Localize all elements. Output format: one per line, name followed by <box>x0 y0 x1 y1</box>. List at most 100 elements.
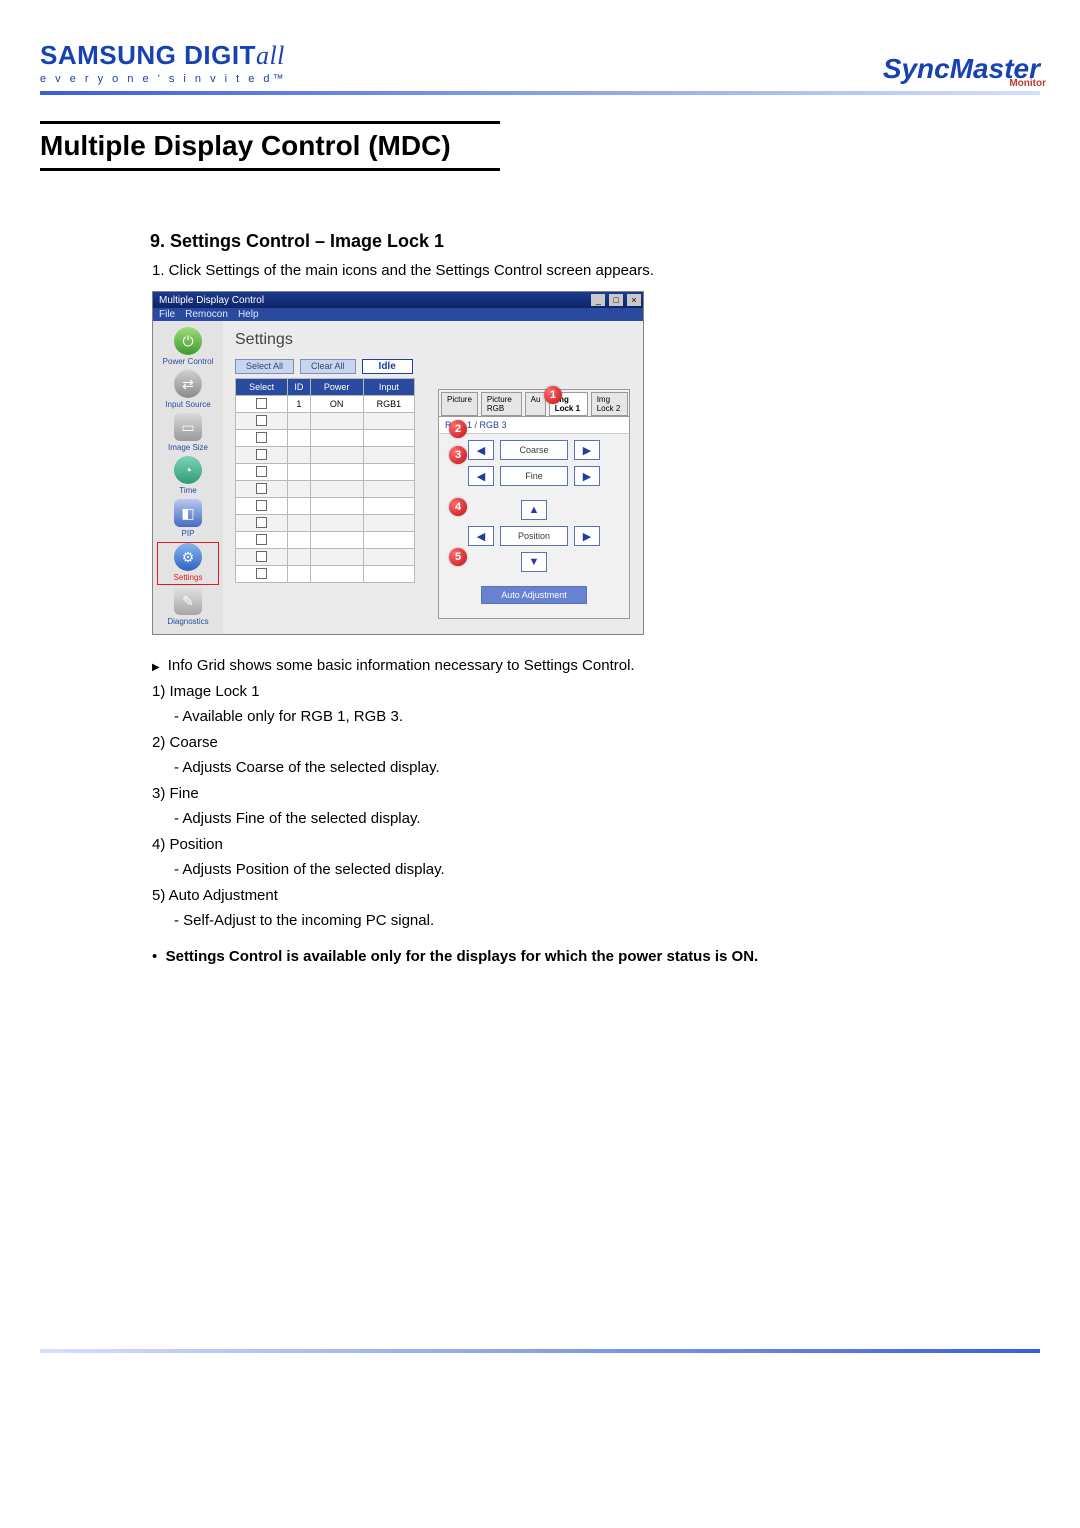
brand-left: SAMSUNG DIGITall e v e r y o n e ' s i n… <box>40 40 287 85</box>
col-id: ID <box>288 379 310 396</box>
position-down-button[interactable]: ▼ <box>521 552 547 572</box>
coarse-right-button[interactable]: ▶ <box>574 440 600 460</box>
page-title: Multiple Display Control (MDC) <box>40 130 500 162</box>
row-checkbox[interactable] <box>256 432 267 443</box>
table-row[interactable] <box>236 464 415 481</box>
page-header: SAMSUNG DIGITall e v e r y o n e ' s i n… <box>40 40 1040 85</box>
subtab-rgb: RGB 1 / RGB 3 <box>439 417 629 434</box>
power-icon: ⏻ <box>174 327 202 355</box>
pip-icon: ◧ <box>174 499 202 527</box>
position-up-button[interactable]: ▲ <box>521 500 547 520</box>
menu-help[interactable]: Help <box>238 309 259 320</box>
title-band: Multiple Display Control (MDC) <box>40 121 500 171</box>
table-row[interactable]: 1 ON RGB1 <box>236 396 415 413</box>
coarse-label: Coarse <box>500 440 568 460</box>
sidebar-item-diagnostics[interactable]: ✎ Diagnostics <box>158 587 218 628</box>
note-intro: Info Grid shows some basic information n… <box>152 657 635 674</box>
close-button[interactable]: × <box>627 294 641 306</box>
tab-img-lock-2[interactable]: Img Lock 2 <box>591 392 628 416</box>
brand-italic: all <box>256 41 285 70</box>
note-4b: - Adjusts Position of the selected displ… <box>174 857 912 883</box>
sidebar-item-time[interactable]: ◔ Time <box>158 456 218 497</box>
row-checkbox[interactable] <box>256 500 267 511</box>
note-2b: - Adjusts Coarse of the selected display… <box>174 755 912 781</box>
tabs-top: Picture Picture RGB Au Img Lock 1 Img Lo… <box>439 390 629 417</box>
row-checkbox[interactable] <box>256 568 267 579</box>
callout-5: 5 <box>449 548 467 566</box>
app-titlebar: Multiple Display Control _ □ × <box>153 292 643 308</box>
note-4a: 4) Position <box>152 836 223 853</box>
table-row[interactable] <box>236 549 415 566</box>
col-select: Select <box>236 379 288 396</box>
tab-picture-rgb[interactable]: Picture RGB <box>481 392 522 416</box>
col-power: Power <box>310 379 363 396</box>
sidebar: ⏻ Power Control ⇄ Input Source ▭ Image S… <box>153 321 223 634</box>
idle-button[interactable]: Idle <box>362 359 413 374</box>
note-5b: - Self-Adjust to the incoming PC signal. <box>174 908 912 934</box>
tab-audio[interactable]: Au <box>525 392 546 416</box>
section-heading: 9. Settings Control – Image Lock 1 <box>150 231 1040 252</box>
sidebar-item-input-source[interactable]: ⇄ Input Source <box>158 370 218 411</box>
section-step: 1. Click Settings of the main icons and … <box>152 260 1040 281</box>
minimize-button[interactable]: _ <box>591 294 605 306</box>
sidebar-item-image-size[interactable]: ▭ Image Size <box>158 413 218 454</box>
fine-row: ◀ Fine ▶ <box>439 466 629 486</box>
callout-2: 2 <box>449 420 467 438</box>
table-row[interactable] <box>236 413 415 430</box>
row-checkbox[interactable] <box>256 517 267 528</box>
menu-remocon[interactable]: Remocon <box>185 309 228 320</box>
fine-left-button[interactable]: ◀ <box>468 466 494 486</box>
col-input: Input <box>363 379 414 396</box>
note-3b: - Adjusts Fine of the selected display. <box>174 806 912 832</box>
position-right-button[interactable]: ▶ <box>574 526 600 546</box>
clear-all-button[interactable]: Clear All <box>300 359 356 374</box>
fine-right-button[interactable]: ▶ <box>574 466 600 486</box>
auto-adjustment-button[interactable]: Auto Adjustment <box>481 586 587 604</box>
position-left-button[interactable]: ◀ <box>468 526 494 546</box>
info-grid: Select ID Power Input 1 ON RGB1 <box>235 378 415 583</box>
diagnostics-icon: ✎ <box>174 587 202 615</box>
note-1a: 1) Image Lock 1 <box>152 683 260 700</box>
sidebar-item-settings[interactable]: ⚙ Settings <box>157 542 219 585</box>
header-rule <box>40 91 1040 95</box>
app-menubar: File Remocon Help <box>153 308 643 321</box>
menu-file[interactable]: File <box>159 309 175 320</box>
coarse-row: ◀ Coarse ▶ <box>439 440 629 460</box>
row-checkbox[interactable] <box>256 551 267 562</box>
row-checkbox[interactable] <box>256 466 267 477</box>
note-5a: 5) Auto Adjustment <box>152 887 278 904</box>
window-buttons: _ □ × <box>590 294 641 306</box>
coarse-left-button[interactable]: ◀ <box>468 440 494 460</box>
table-row[interactable] <box>236 430 415 447</box>
control-panel: Picture Picture RGB Au Img Lock 1 Img Lo… <box>438 389 630 619</box>
auto-row: Auto Adjustment <box>439 586 629 604</box>
row-checkbox[interactable] <box>256 449 267 460</box>
table-row[interactable] <box>236 532 415 549</box>
tab-picture[interactable]: Picture <box>441 392 478 416</box>
callout-1: 1 <box>544 386 562 404</box>
table-row[interactable] <box>236 566 415 583</box>
position-label: Position <box>500 526 568 546</box>
main-area: Settings Select All Clear All Idle Selec… <box>223 321 643 634</box>
table-row[interactable] <box>236 498 415 515</box>
row-checkbox[interactable] <box>256 415 267 426</box>
select-all-button[interactable]: Select All <box>235 359 294 374</box>
position-down-row: ▼ <box>439 552 629 572</box>
table-row[interactable] <box>236 515 415 532</box>
table-row[interactable] <box>236 481 415 498</box>
brand-tagline: e v e r y o n e ' s i n v i t e d™ <box>40 73 287 85</box>
brand-right: SyncMaster Monitor <box>883 53 1040 85</box>
row-checkbox[interactable] <box>256 483 267 494</box>
row-checkbox[interactable] <box>256 398 267 409</box>
sidebar-item-pip[interactable]: ◧ PIP <box>158 499 218 540</box>
callout-3: 3 <box>449 446 467 464</box>
brand-right-sub: Monitor <box>1009 78 1046 89</box>
note-footnote: Settings Control is available only for t… <box>166 948 759 965</box>
table-row[interactable] <box>236 447 415 464</box>
brand-main: SAMSUNG DIGIT <box>40 40 256 70</box>
settings-title: Settings <box>235 331 631 349</box>
maximize-button[interactable]: □ <box>609 294 623 306</box>
sidebar-item-power-control[interactable]: ⏻ Power Control <box>158 327 218 368</box>
position-up-row: ▲ <box>439 500 629 520</box>
row-checkbox[interactable] <box>256 534 267 545</box>
